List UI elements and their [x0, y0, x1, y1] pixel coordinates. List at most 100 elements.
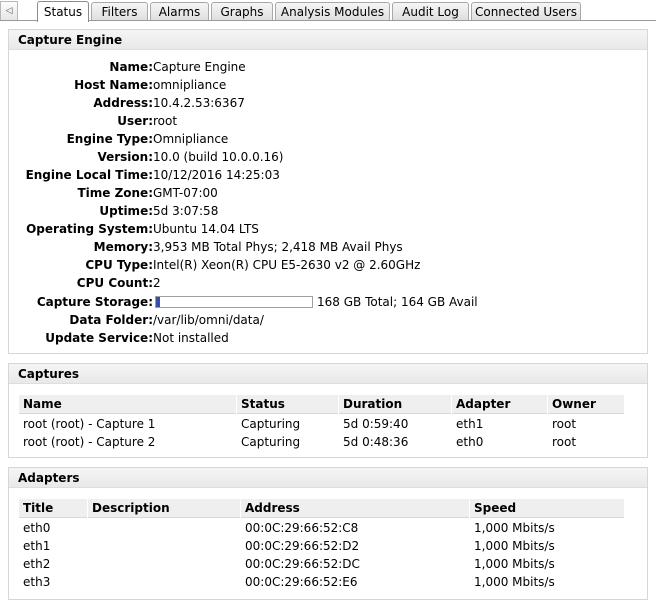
- capture-owner: root: [552, 417, 577, 431]
- capture-adapter: eth0: [456, 435, 484, 449]
- field-label: Name:: [109, 60, 153, 74]
- tab-connected-users[interactable]: Connected Users: [471, 2, 581, 21]
- field-label: Operating System:: [26, 222, 153, 236]
- field-value: 10.0 (build 10.0.0.16): [153, 150, 284, 164]
- column-header-owner[interactable]: Owner: [548, 395, 625, 414]
- scroll-left-icon[interactable]: ◁: [0, 1, 18, 20]
- column-header-name[interactable]: Name: [19, 395, 237, 414]
- field-value: Intel(R) Xeon(R) CPU E5-2630 v2 @ 2.60GH…: [153, 258, 421, 272]
- adapters-title: Adapters: [9, 468, 647, 488]
- adapter-speed: 1,000 Mbits/s: [474, 521, 555, 535]
- field-label: User:: [117, 114, 153, 128]
- adapter-address: 00:0C:29:66:52:DC: [245, 557, 360, 571]
- field-address: Address: 10.4.2.53:6367: [9, 94, 649, 112]
- column-header-speed[interactable]: Speed: [470, 499, 625, 518]
- adapter-address: 00:0C:29:66:52:D2: [245, 539, 360, 553]
- field-data-folder: Data Folder: /var/lib/omni/data/: [9, 311, 649, 329]
- column-header-duration[interactable]: Duration: [339, 395, 452, 414]
- field-label: Version:: [97, 150, 153, 164]
- adapter-title: eth1: [23, 539, 51, 553]
- table-row[interactable]: eth0 00:0C:29:66:52:C8 1,000 Mbits/s: [19, 519, 625, 537]
- capture-status: Capturing: [241, 435, 301, 449]
- tab-bar: ◁ Status Filters Alarms Graphs Analysis …: [0, 0, 656, 22]
- field-value: GMT-07:00: [153, 186, 218, 200]
- field-user: User: root: [9, 112, 649, 130]
- tab-alarms[interactable]: Alarms: [150, 2, 209, 21]
- table-row[interactable]: root (root) - Capture 1 Capturing 5d 0:5…: [19, 415, 625, 433]
- capture-name: root (root) - Capture 1: [23, 417, 156, 431]
- tab-analysis-modules[interactable]: Analysis Modules: [275, 2, 390, 21]
- field-value: /var/lib/omni/data/: [153, 313, 264, 327]
- field-engine-local-time: Engine Local Time: 10/12/2016 14:25:03: [9, 166, 649, 184]
- field-label: Data Folder:: [69, 313, 153, 327]
- adapter-address: 00:0C:29:66:52:C8: [245, 521, 359, 535]
- captures-panel: Captures Name Status Duration Adapter Ow…: [8, 363, 648, 458]
- tab-filters[interactable]: Filters: [91, 2, 148, 21]
- tab-divider: [0, 20, 656, 21]
- field-cpu-type: CPU Type: Intel(R) Xeon(R) CPU E5-2630 v…: [9, 256, 649, 274]
- field-time-zone: Time Zone: GMT-07:00: [9, 184, 649, 202]
- tab-graphs[interactable]: Graphs: [211, 2, 273, 21]
- capture-engine-panel: Capture Engine Name: Capture Engine Host…: [8, 29, 648, 354]
- field-label: Uptime:: [99, 204, 153, 218]
- table-row[interactable]: eth2 00:0C:29:66:52:DC 1,000 Mbits/s: [19, 555, 625, 573]
- table-row[interactable]: eth3 00:0C:29:66:52:E6 1,000 Mbits/s: [19, 573, 625, 591]
- field-value: 3,953 MB Total Phys; 2,418 MB Avail Phys: [153, 240, 403, 254]
- field-operating-system: Operating System: Ubuntu 14.04 LTS: [9, 220, 649, 238]
- field-name: Name: Capture Engine: [9, 58, 649, 76]
- tab-audit-log[interactable]: Audit Log: [392, 2, 469, 21]
- capture-adapter: eth1: [456, 417, 484, 431]
- table-row[interactable]: root (root) - Capture 2 Capturing 5d 0:4…: [19, 433, 625, 451]
- field-label: Memory:: [93, 240, 153, 254]
- adapter-address: 00:0C:29:66:52:E6: [245, 575, 358, 589]
- field-value: Not installed: [153, 331, 229, 345]
- capture-name: root (root) - Capture 2: [23, 435, 156, 449]
- field-capture-storage: Capture Storage: 168 GB Total; 164 GB Av…: [9, 293, 649, 311]
- field-label: Update Service:: [45, 331, 153, 345]
- field-value: 10.4.2.53:6367: [153, 96, 245, 110]
- field-update-service: Update Service: Not installed: [9, 329, 649, 347]
- field-value: 10/12/2016 14:25:03: [153, 168, 280, 182]
- adapter-speed: 1,000 Mbits/s: [474, 557, 555, 571]
- field-version: Version: 10.0 (build 10.0.0.16): [9, 148, 649, 166]
- field-value: 2: [153, 276, 161, 290]
- adapter-speed: 1,000 Mbits/s: [474, 539, 555, 553]
- field-label: Host Name:: [74, 78, 153, 92]
- field-value: omnipliance: [153, 78, 227, 92]
- storage-value: 168 GB Total; 164 GB Avail: [317, 295, 478, 309]
- field-label: Time Zone:: [77, 186, 153, 200]
- field-value: Ubuntu 14.04 LTS: [153, 222, 259, 236]
- field-memory: Memory: 3,953 MB Total Phys; 2,418 MB Av…: [9, 238, 649, 256]
- adapters-panel: Adapters Title Description Address Speed…: [8, 467, 648, 600]
- column-header-address[interactable]: Address: [241, 499, 470, 518]
- field-value: Omnipliance: [153, 132, 229, 146]
- capture-engine-title: Capture Engine: [9, 30, 647, 50]
- column-header-adapter[interactable]: Adapter: [452, 395, 548, 414]
- column-header-status[interactable]: Status: [237, 395, 339, 414]
- capture-status: Capturing: [241, 417, 301, 431]
- column-header-title[interactable]: Title: [19, 499, 88, 518]
- captures-title: Captures: [9, 364, 647, 384]
- adapter-title: eth3: [23, 575, 51, 589]
- field-label: Engine Type:: [66, 132, 153, 146]
- field-label: CPU Count:: [76, 276, 153, 290]
- column-header-description[interactable]: Description: [88, 499, 241, 518]
- field-label: CPU Type:: [85, 258, 153, 272]
- adapter-title: eth0: [23, 521, 51, 535]
- field-uptime: Uptime: 5d 3:07:58: [9, 202, 649, 220]
- field-label: Address:: [93, 96, 153, 110]
- adapter-title: eth2: [23, 557, 51, 571]
- capture-duration: 5d 0:59:40: [343, 417, 409, 431]
- field-value: 5d 3:07:58: [153, 204, 219, 218]
- adapter-speed: 1,000 Mbits/s: [474, 575, 555, 589]
- tab-status[interactable]: Status: [37, 1, 89, 22]
- field-label: Capture Storage:: [36, 295, 153, 309]
- adapters-table-header: Title Description Address Speed: [19, 499, 625, 518]
- field-value: root: [153, 114, 178, 128]
- field-cpu-count: CPU Count: 2: [9, 274, 649, 292]
- storage-progress-bar: [155, 296, 313, 308]
- capture-duration: 5d 0:48:36: [343, 435, 409, 449]
- field-label: Engine Local Time:: [25, 168, 153, 182]
- table-row[interactable]: eth1 00:0C:29:66:52:D2 1,000 Mbits/s: [19, 537, 625, 555]
- storage-progress-fill: [156, 297, 160, 307]
